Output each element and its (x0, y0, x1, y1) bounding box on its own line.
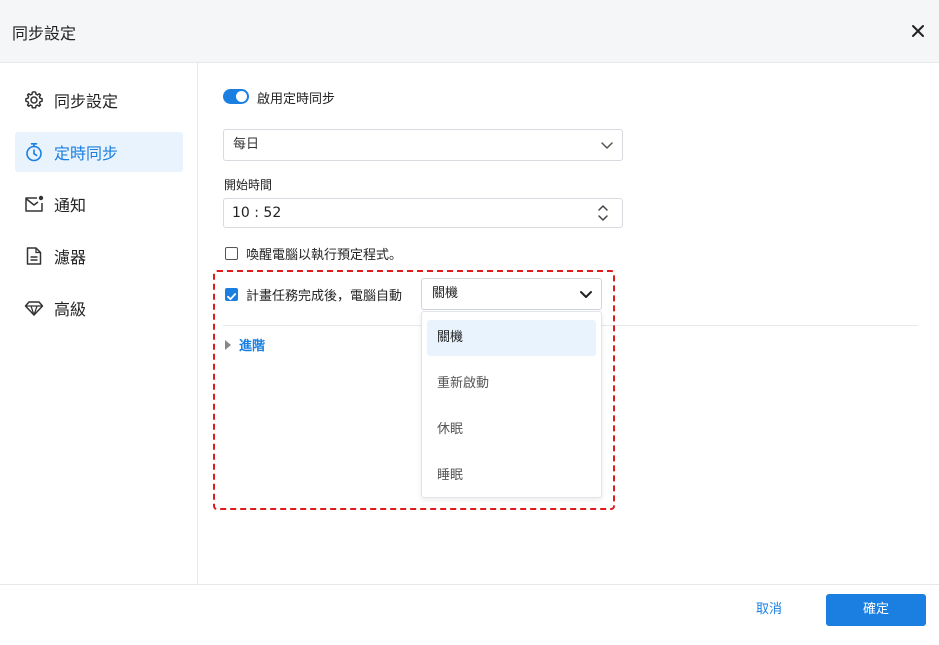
power-action-value: 關機 (432, 286, 459, 301)
start-time-input[interactable]: 10 : 52 (223, 198, 623, 228)
chevron-down-icon (601, 142, 613, 149)
sidebar-item-filter[interactable]: 濾器 (15, 236, 183, 276)
gear-icon (23, 89, 45, 111)
power-option-restart[interactable]: 重新啟動 (427, 366, 596, 402)
document-filter-icon (23, 245, 45, 267)
power-option-sleep[interactable]: 睡眠 (427, 458, 596, 494)
time-spinner-icon[interactable] (597, 203, 609, 223)
ok-button[interactable]: 確定 (826, 594, 926, 626)
after-task-checkbox[interactable] (225, 288, 238, 301)
sidebar-item-label: 同步設定 (54, 92, 119, 111)
dialog-title: 同步設定 (12, 24, 77, 43)
sidebar-item-advanced[interactable]: 高級 (15, 288, 183, 328)
sidebar-item-label: 濾器 (54, 248, 87, 267)
enable-schedule-toggle[interactable] (223, 89, 249, 104)
frequency-value: 每日 (233, 137, 260, 152)
start-time-label: 開始時間 (224, 178, 273, 192)
sidebar-item-notification[interactable]: 通知 (15, 184, 183, 224)
sidebar-item-scheduled-sync[interactable]: 定時同步 (15, 132, 183, 172)
cancel-button[interactable]: 取消 (738, 594, 800, 626)
toggle-knob (236, 91, 247, 102)
sidebar: 同步設定 定時同步 通知 濾器 高級 (0, 63, 198, 584)
start-time-value: 10 : 52 (232, 205, 282, 221)
sync-settings-dialog: 同步設定 同步設定 定時同步 通知 濾器 高級 啟用定時同步 每日 開始時間 1… (0, 0, 939, 645)
dialog-footer: 取消 確定 (0, 584, 939, 645)
sidebar-item-label: 高級 (54, 300, 87, 319)
diamond-icon (23, 297, 45, 319)
wake-computer-label: 喚醒電腦以執行預定程式。 (246, 248, 403, 263)
sidebar-item-sync-settings[interactable]: 同步設定 (15, 80, 183, 120)
advanced-toggle[interactable]: 進階 (225, 335, 265, 354)
power-action-dropdown: 關機 重新啟動 休眠 睡眠 (421, 311, 602, 498)
power-action-select[interactable]: 關機 (421, 278, 602, 310)
mail-notification-icon (23, 193, 45, 215)
sidebar-item-label: 通知 (54, 196, 87, 215)
advanced-label: 進階 (239, 339, 266, 354)
close-button[interactable] (907, 20, 929, 42)
chevron-down-icon (580, 291, 592, 298)
checkmark-icon (227, 293, 237, 301)
power-option-hibernate[interactable]: 休眠 (427, 412, 596, 448)
after-task-label: 計畫任務完成後，電腦自動 (246, 289, 403, 304)
close-icon (912, 25, 924, 37)
caret-right-icon (225, 339, 231, 350)
wake-computer-checkbox[interactable] (225, 247, 238, 260)
stopwatch-icon (23, 141, 45, 163)
sidebar-item-label: 定時同步 (54, 144, 119, 163)
enable-schedule-label: 啟用定時同步 (257, 92, 336, 107)
power-option-shutdown[interactable]: 關機 (427, 320, 596, 356)
schedule-panel: 啟用定時同步 每日 開始時間 10 : 52 喚醒電腦以執行預定程式。 計畫任務… (199, 63, 939, 584)
title-bar: 同步設定 (0, 0, 939, 63)
frequency-select[interactable]: 每日 (223, 129, 623, 161)
